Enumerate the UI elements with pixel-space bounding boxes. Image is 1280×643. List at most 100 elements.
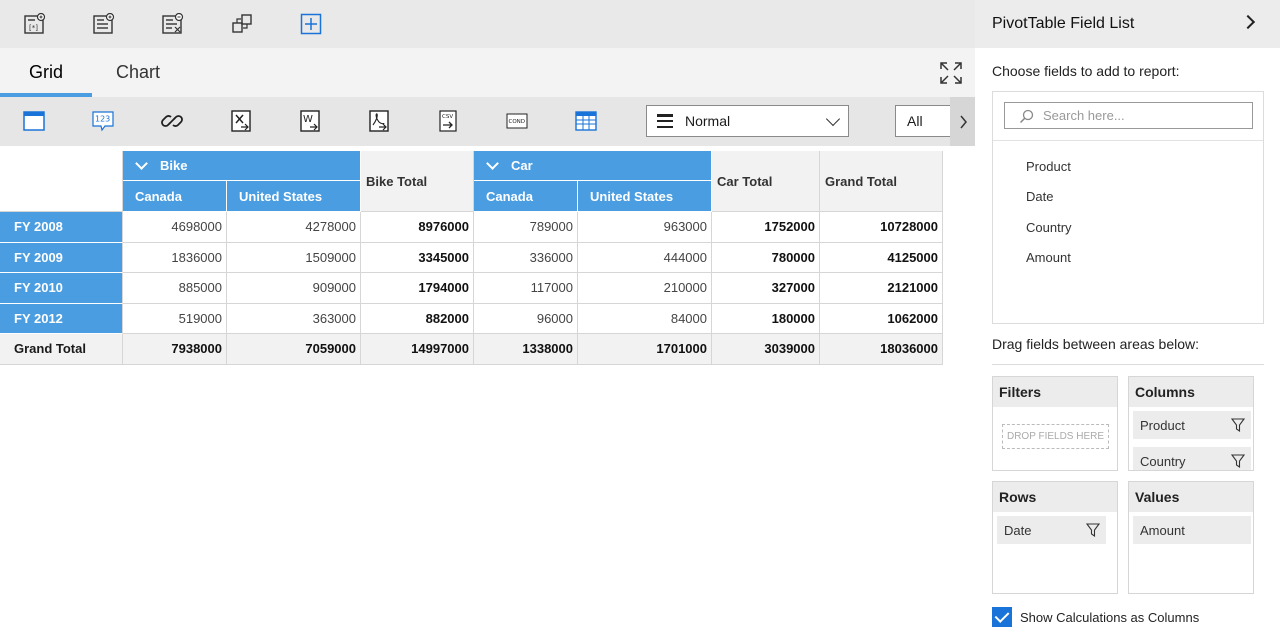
tab-grid[interactable]: Grid (0, 48, 92, 97)
filter-icon[interactable] (1230, 454, 1246, 470)
value-cell[interactable]: 117000 (474, 273, 578, 304)
column-header-country[interactable]: Canada (123, 181, 227, 212)
rows-area-title: Rows (993, 482, 1117, 512)
value-cell[interactable]: 1509000 (227, 242, 361, 273)
grand-total-cell[interactable]: 7938000 (123, 334, 227, 365)
value-cell[interactable]: 327000 (712, 273, 820, 304)
field-item-amount[interactable]: Amount (1026, 250, 1071, 265)
value-field-chip-amount[interactable]: Amount (1133, 516, 1251, 544)
value-cell[interactable]: 789000 (474, 212, 578, 243)
value-cell[interactable]: 1062000 (820, 303, 943, 334)
fullscreen-icon[interactable] (938, 60, 964, 86)
formula-icon[interactable]: [*] (23, 12, 47, 36)
layout-mode-dropdown[interactable]: Normal (646, 105, 849, 137)
filters-area: Filters DROP FIELDS HERE (992, 376, 1118, 471)
column-field-chip-country[interactable]: Country (1133, 447, 1251, 470)
hyperlink-icon[interactable] (160, 109, 184, 133)
value-cell[interactable]: 963000 (578, 212, 712, 243)
grand-total-cell[interactable]: 7059000 (227, 334, 361, 365)
drop-fields-zone[interactable]: DROP FIELDS HERE (1002, 424, 1109, 449)
collapse-panel-icon[interactable] (1240, 14, 1256, 30)
add-field-icon[interactable] (92, 12, 116, 36)
number-format-icon[interactable]: 123 (91, 109, 115, 133)
value-cell[interactable]: 336000 (474, 242, 578, 273)
grand-total-cell[interactable]: 1338000 (474, 334, 578, 365)
filter-icon[interactable] (1085, 523, 1101, 540)
value-cell[interactable]: 519000 (123, 303, 227, 334)
expand-all-icon[interactable] (299, 12, 323, 36)
grid-layout-icon[interactable] (22, 109, 46, 133)
column-header-country[interactable]: Canada (474, 181, 578, 212)
collapse-caret-icon[interactable] (135, 157, 148, 170)
field-list-box: Search here... Product Date Country Amou… (992, 91, 1264, 324)
svg-text:W: W (303, 114, 313, 125)
grand-total-cell[interactable]: 18036000 (820, 334, 943, 365)
show-calculations-checkbox-row[interactable]: Show Calculations as Columns (992, 607, 1199, 627)
value-cell[interactable]: 363000 (227, 303, 361, 334)
svg-text:CSV: CSV (442, 114, 453, 120)
value-cell[interactable]: 8976000 (361, 212, 474, 243)
row-header[interactable]: FY 2009 (0, 242, 123, 273)
field-item-product[interactable]: Product (1026, 159, 1071, 174)
collapse-caret-icon[interactable] (486, 157, 499, 170)
tab-chart[interactable]: Chart (92, 48, 184, 97)
filter-all-dropdown[interactable]: All (895, 105, 955, 137)
column-header-country[interactable]: United States (227, 181, 361, 212)
swap-axes-icon[interactable] (230, 12, 254, 36)
values-area-title: Values (1129, 482, 1253, 512)
excel-export-icon[interactable] (229, 109, 253, 133)
filter-icon[interactable] (1230, 418, 1246, 435)
pdf-export-icon[interactable] (367, 109, 391, 133)
value-cell[interactable]: 4698000 (123, 212, 227, 243)
value-cell[interactable]: 909000 (227, 273, 361, 304)
value-cell[interactable]: 1752000 (712, 212, 820, 243)
divider (993, 140, 1263, 141)
row-header[interactable]: FY 2010 (0, 273, 123, 304)
grand-total-cell[interactable]: 3039000 (712, 334, 820, 365)
value-cell[interactable]: 1836000 (123, 242, 227, 273)
toolbar-scroll-right-button[interactable] (950, 97, 975, 146)
value-cell[interactable]: 780000 (712, 242, 820, 273)
word-export-icon[interactable]: W (298, 109, 322, 133)
csv-export-icon[interactable]: CSV (436, 109, 460, 133)
grand-total-cell[interactable]: 1701000 (578, 334, 712, 365)
field-list-panel: PivotTable Field List Choose fields to a… (975, 0, 1280, 643)
svg-text:[*]: [*] (29, 24, 38, 32)
edit-field-icon[interactable] (161, 12, 185, 36)
value-cell[interactable]: 444000 (578, 242, 712, 273)
value-cell[interactable]: 882000 (361, 303, 474, 334)
layout-lines-icon (657, 114, 673, 128)
value-cell[interactable]: 84000 (578, 303, 712, 334)
field-item-date[interactable]: Date (1026, 189, 1053, 204)
columns-area-title: Columns (1129, 377, 1253, 407)
value-cell[interactable]: 885000 (123, 273, 227, 304)
value-cell[interactable]: 96000 (474, 303, 578, 334)
row-header[interactable]: FY 2008 (0, 212, 123, 243)
value-cell[interactable]: 1794000 (361, 273, 474, 304)
field-search-input[interactable]: Search here... (1004, 102, 1253, 129)
grid-view-icon[interactable] (574, 109, 598, 133)
value-cell[interactable]: 180000 (712, 303, 820, 334)
divider (992, 364, 1264, 365)
row-field-chip-date[interactable]: Date (997, 516, 1106, 544)
group-header-bike[interactable]: Bike (123, 151, 361, 181)
grand-total-cell[interactable]: 14997000 (361, 334, 474, 365)
columns-area: Columns Product Country (1128, 376, 1254, 471)
value-cell[interactable]: 4278000 (227, 212, 361, 243)
column-header-country[interactable]: United States (578, 181, 712, 212)
value-cell[interactable]: 10728000 (820, 212, 943, 243)
group-header-car[interactable]: Car (474, 151, 712, 181)
export-toolbar: 123 W CSV COND Normal All (0, 97, 975, 146)
column-field-chip-product[interactable]: Product (1133, 411, 1251, 439)
value-cell[interactable]: 3345000 (361, 242, 474, 273)
field-item-country[interactable]: Country (1026, 220, 1072, 235)
value-cell[interactable]: 4125000 (820, 242, 943, 273)
field-list-title: PivotTable Field List (992, 15, 1135, 32)
show-calculations-checkbox[interactable] (992, 607, 1012, 627)
row-header[interactable]: FY 2012 (0, 303, 123, 334)
filters-area-title: Filters (993, 377, 1117, 407)
value-cell[interactable]: 210000 (578, 273, 712, 304)
drag-fields-label: Drag fields between areas below: (992, 336, 1200, 352)
conditional-format-icon[interactable]: COND (505, 109, 529, 133)
value-cell[interactable]: 2121000 (820, 273, 943, 304)
